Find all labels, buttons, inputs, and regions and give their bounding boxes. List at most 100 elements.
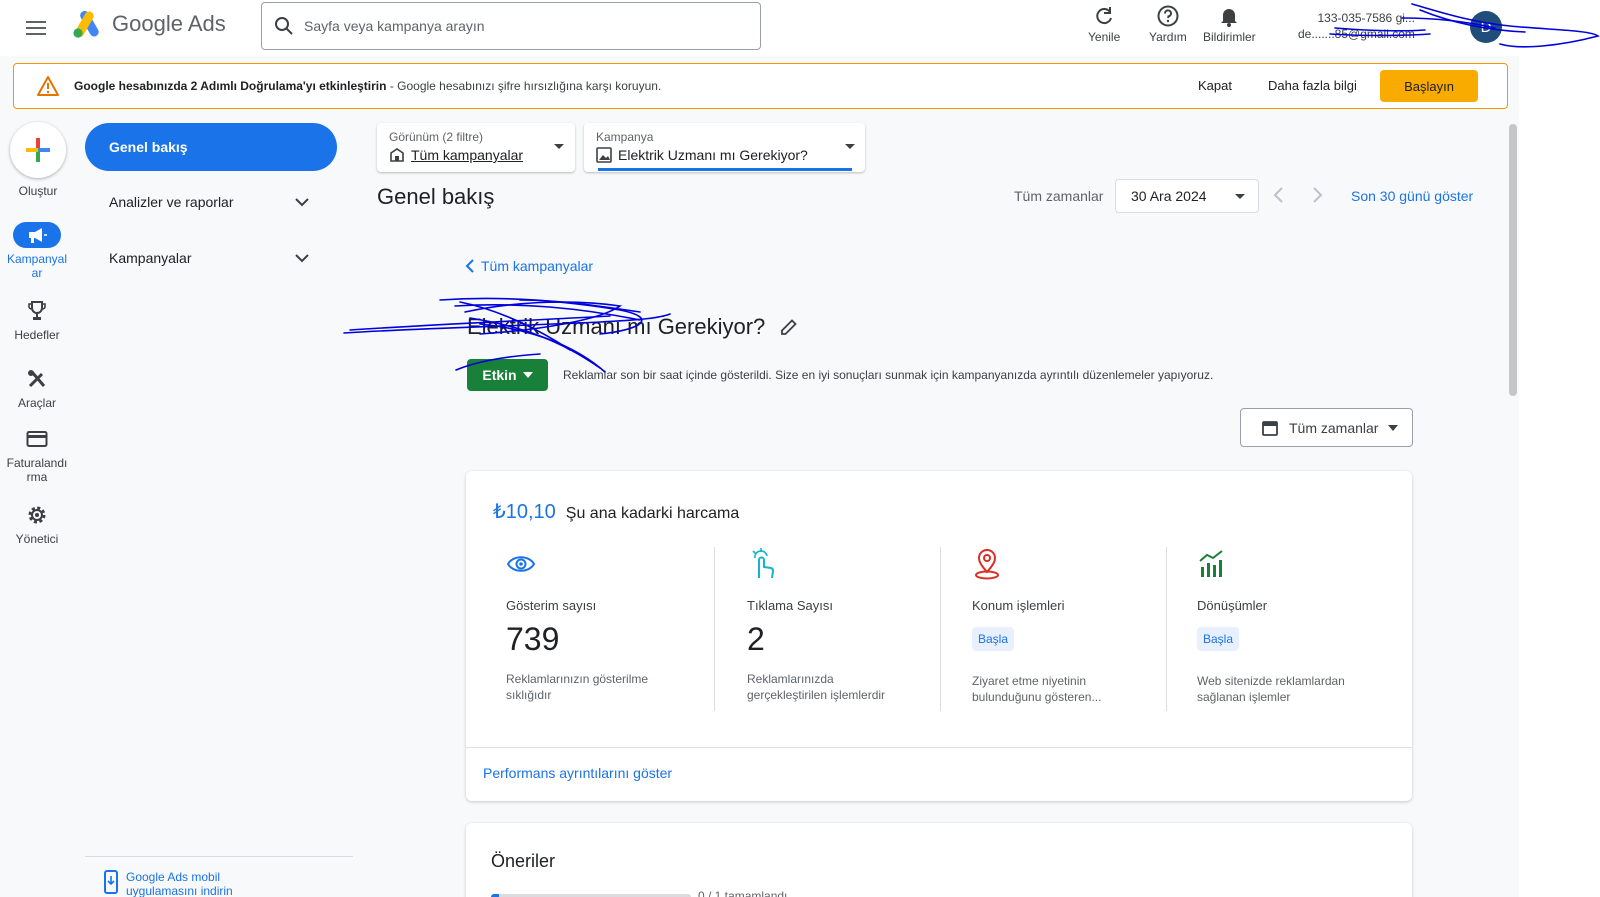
menu-icon[interactable] — [22, 14, 50, 42]
view-filter-value: Tüm kampanyalar — [389, 147, 523, 163]
search-input[interactable] — [304, 18, 724, 34]
rail-item-goals[interactable]: Hedefler — [0, 298, 74, 342]
account-id: 133-035-7586 gi... — [1317, 11, 1415, 25]
caret-down-icon — [522, 372, 533, 378]
metric-label: Konum işlemleri — [972, 598, 1065, 613]
search-icon — [275, 17, 293, 35]
start-chip[interactable]: Başla — [972, 627, 1015, 651]
dismiss-button[interactable]: Kapat — [1198, 78, 1232, 93]
rail-item-admin[interactable]: Yönetici — [0, 502, 74, 546]
chevron-left-icon[interactable] — [1272, 186, 1284, 204]
account-info[interactable]: 133-035-7586 gi... de.......85@gmail.com — [1298, 10, 1415, 42]
learn-more-button[interactable]: Daha fazla bilgi — [1268, 78, 1357, 93]
metric-conversions: Dönüşümler Başla Web sitenizde reklamlar… — [1197, 547, 1397, 705]
nav-campaigns-label: Kampanyalar — [109, 250, 192, 266]
mobile-app-label: Google Ads mobil uygulamasını indirin — [126, 870, 233, 897]
view-filter[interactable]: Görünüm (2 filtre) Tüm kampanyalar — [377, 123, 575, 172]
help-icon — [1157, 5, 1179, 27]
start-button[interactable]: Başlayın — [1380, 70, 1478, 102]
warning-icon — [37, 76, 59, 96]
banner-text: - Google hesabınızı şifre hırsızlığına k… — [386, 79, 662, 93]
date-range-button-label: Tüm zamanlar — [1289, 419, 1379, 436]
metric-value: 2 — [747, 621, 765, 657]
date-picker-value: 30 Ara 2024 — [1131, 188, 1207, 204]
nav-overview[interactable]: Genel bakış — [85, 123, 337, 171]
avatar[interactable]: D — [1470, 11, 1502, 43]
campaign-filter-value: Elektrik Uzmanı mı Gerekiyor? — [596, 147, 808, 163]
show-last-30-days-link[interactable]: Son 30 günü göster — [1351, 188, 1473, 204]
mobile-app-link[interactable]: Google Ads mobil uygulamasını indirin — [104, 870, 246, 897]
caret-down-icon — [845, 144, 855, 149]
security-banner: Google hesabınızda 2 Adımlı Doğrulama'yı… — [13, 63, 1508, 109]
create-label: Oluştur — [18, 184, 58, 198]
campaign-filter[interactable]: Kampanya Elektrik Uzmanı mı Gerekiyor? — [584, 123, 865, 172]
image-icon — [596, 147, 612, 163]
recommendations-card: Öneriler 0 / 1 tamamlandı — [466, 823, 1412, 897]
rail-item-tools[interactable]: Araçlar — [0, 366, 74, 410]
status-message: Reklamlar son bir saat içinde gösterildi… — [563, 368, 1214, 382]
rail-label-goals: Hedefler — [14, 328, 60, 342]
refresh-button[interactable]: Yenile — [1088, 4, 1120, 44]
metric-description: Web sitenizde reklamlardan sağlanan işle… — [1197, 674, 1345, 704]
banner-message: Google hesabınızda 2 Adımlı Doğrulama'yı… — [74, 79, 661, 93]
campaign-name-text: Elektrik Uzmanı mı Gerekiyor? — [467, 314, 766, 339]
performance-details-link[interactable]: Performans ayrıntılarını göster — [483, 765, 672, 781]
phone-download-icon — [104, 870, 118, 894]
nav-campaigns[interactable]: Kampanyalar — [109, 250, 309, 266]
campaign-name: Elektrik Uzmanı mı Gerekiyor? — [467, 314, 799, 340]
start-chip[interactable]: Başla — [1197, 627, 1240, 651]
location-pin-icon — [975, 549, 999, 580]
caret-down-icon — [1388, 424, 1399, 431]
date-range-label: Tüm zamanlar — [1014, 188, 1104, 204]
back-to-campaigns-link[interactable]: Tüm kampanyalar — [465, 258, 593, 274]
rail-label-billing: Faturalandı rma — [6, 456, 68, 484]
help-label: Yardım — [1149, 30, 1187, 44]
status-dropdown[interactable]: Etkin — [467, 359, 548, 391]
date-range-button[interactable]: Tüm zamanlar — [1240, 408, 1413, 447]
rail-item-campaigns[interactable]: Kampanyal ar — [0, 222, 74, 280]
edit-pencil-icon[interactable] — [779, 317, 799, 337]
metric-description: Reklamlarınızın gösterilme sıklığıdır — [506, 672, 649, 702]
metric-label: Gösterim sayısı — [506, 598, 597, 613]
banner-title: Google hesabınızda 2 Adımlı Doğrulama'yı… — [74, 79, 387, 93]
metric-clicks: Tıklama Sayısı 2 Reklamlarınızda gerçekl… — [747, 547, 947, 703]
gear-icon — [13, 502, 61, 528]
megaphone-icon — [13, 222, 61, 248]
plus-icon — [26, 138, 50, 162]
metric-description: Ziyaret etme niyetinin bulunduğunu göste… — [972, 674, 1102, 704]
scrollbar[interactable] — [1509, 124, 1517, 396]
campaign-filter-text: Elektrik Uzmanı mı Gerekiyor? — [618, 147, 808, 163]
spend-amount: ₺10,10 — [493, 501, 556, 523]
spend-label: Şu ana kadarki harcama — [565, 505, 740, 522]
bar-chart-icon — [1199, 550, 1223, 577]
chevron-down-icon — [295, 198, 309, 207]
rail-item-billing[interactable]: Faturalandı rma — [0, 426, 74, 484]
search-box[interactable] — [261, 2, 761, 50]
rail-label-tools: Araçlar — [17, 396, 56, 410]
help-button[interactable]: Yardım — [1149, 4, 1187, 44]
account-email: de.......85@gmail.com — [1298, 27, 1415, 41]
app-title: Google Ads — [112, 11, 226, 36]
page-title: Genel bakış — [377, 184, 495, 209]
recommendations-count: 0 / 1 tamamlandı — [698, 889, 788, 897]
create-button[interactable] — [10, 122, 66, 178]
tap-icon — [752, 548, 774, 579]
back-link-label: Tüm kampanyalar — [481, 258, 594, 274]
metric-separator — [940, 547, 941, 711]
trophy-icon — [13, 298, 61, 324]
google-ads-logo[interactable]: Google Ads — [72, 10, 226, 38]
chevron-right-icon[interactable] — [1312, 186, 1324, 204]
date-picker[interactable]: 30 Ara 2024 — [1115, 179, 1259, 213]
campaign-filter-underline — [598, 168, 852, 171]
notifications-button[interactable]: Bildirimler — [1203, 4, 1256, 44]
metric-label: Tıklama Sayısı — [747, 598, 833, 613]
metric-separator — [1166, 547, 1167, 711]
calendar-icon — [1262, 420, 1278, 436]
card-divider — [466, 747, 1412, 748]
campaign-filter-label: Kampanya — [596, 130, 654, 144]
metric-description: Reklamlarınızda gerçekleştirilen işlemle… — [747, 672, 886, 702]
chevron-down-icon — [295, 254, 309, 263]
notifications-label: Bildirimler — [1203, 30, 1256, 44]
nav-analytics[interactable]: Analizler ve raporlar — [109, 194, 309, 210]
rail-label-campaigns: Kampanyal ar — [6, 252, 68, 280]
